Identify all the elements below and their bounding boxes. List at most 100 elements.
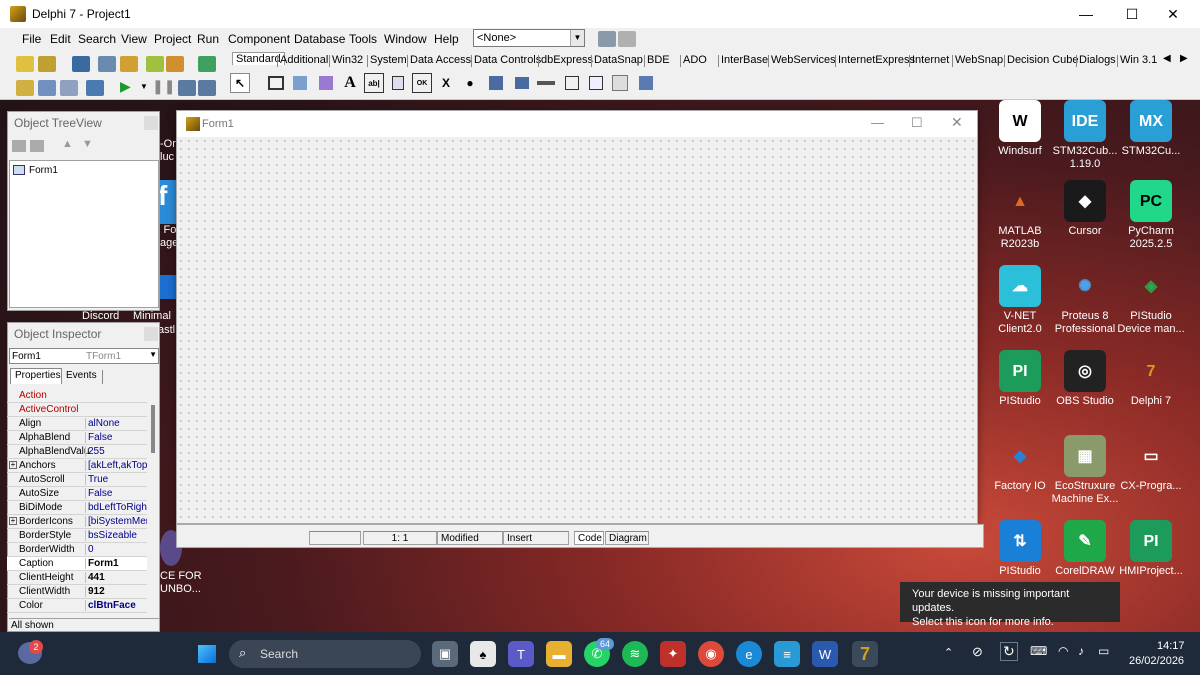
palette-tab-bde[interactable]: BDE	[647, 54, 670, 66]
property-value[interactable]: clBtnFace	[85, 600, 147, 611]
combobox-icon[interactable]	[512, 73, 532, 93]
treeview-list[interactable]: Form1	[9, 160, 159, 308]
desktop-icon-pistudio-device-man[interactable]: ◈ PIStudio Device man...	[1116, 265, 1186, 336]
radiobutton-icon[interactable]: ●	[460, 73, 480, 93]
desktop-app-icon[interactable]	[158, 275, 176, 299]
menu-project[interactable]: Project	[154, 32, 191, 46]
property-value[interactable]: [akLeft,akTop	[85, 460, 147, 471]
menu-search[interactable]: Search	[78, 32, 116, 46]
pointer-icon[interactable]: ↖	[230, 73, 250, 93]
new-icon[interactable]	[16, 56, 34, 72]
add-file-icon[interactable]	[146, 56, 164, 72]
tab-properties[interactable]: Properties	[10, 368, 62, 384]
panel-close-icon[interactable]	[144, 327, 158, 341]
menu-tools[interactable]: Tools	[349, 32, 377, 46]
save-icon[interactable]	[72, 56, 90, 72]
property-row-clientheight[interactable]: ClientHeight 441	[7, 571, 147, 585]
form-designer[interactable]: Form1 — ☐ ✕	[176, 110, 978, 524]
teams-icon[interactable]: T	[508, 641, 534, 667]
property-value[interactable]: 912	[85, 586, 147, 597]
panel-icon[interactable]	[610, 73, 630, 93]
desktop-layout-combo[interactable]: <None> ▼	[473, 29, 585, 47]
property-value[interactable]: True	[85, 474, 147, 485]
palette-tab-win-3-1[interactable]: Win 3.1	[1120, 54, 1157, 66]
palette-tab-datasnap[interactable]: DataSnap	[594, 54, 643, 66]
desktop-icon-cursor[interactable]: ◆ Cursor	[1050, 180, 1120, 238]
palette-tab-decision-cube[interactable]: Decision Cube	[1007, 54, 1079, 66]
property-row-clientwidth[interactable]: ClientWidth 912	[7, 585, 147, 599]
app-icon[interactable]: ✦	[660, 641, 686, 667]
chevron-down-icon[interactable]: ▼	[149, 350, 157, 359]
bluetooth-off-icon[interactable]: ⊘	[972, 644, 983, 660]
actionlist-icon[interactable]	[636, 73, 656, 93]
palette-tab-internet[interactable]: Internet	[912, 54, 949, 66]
property-row-color[interactable]: Color clBtnFace	[7, 599, 147, 613]
volume-icon[interactable]: ♪	[1078, 644, 1084, 658]
menu-view[interactable]: View	[121, 32, 147, 46]
popupmenu-icon[interactable]	[316, 73, 336, 93]
desktop-label-discord[interactable]: Discord	[82, 310, 119, 322]
chevron-down-icon[interactable]: ▼	[140, 82, 148, 91]
file-explorer-icon[interactable]: ▬	[546, 641, 572, 667]
desktop-icon-pistudio[interactable]: ⇅ PIStudio	[985, 520, 1055, 578]
desktop-icon-coreldraw[interactable]: ✎ CorelDRAW	[1050, 520, 1120, 578]
clock-date[interactable]: 26/02/2026	[1129, 655, 1184, 667]
close-button[interactable]: ✕	[951, 114, 963, 131]
property-row-caption[interactable]: Caption Form1	[7, 557, 147, 571]
word-icon[interactable]: W	[812, 641, 838, 667]
mainmenu-icon[interactable]	[290, 73, 310, 93]
desktop-icon-obs-studio[interactable]: ◎ OBS Studio	[1050, 350, 1120, 408]
arrow-down-icon[interactable]: ▼	[82, 138, 93, 150]
edit-icon[interactable]: ab|	[364, 73, 384, 93]
palette-tab-system[interactable]: System	[370, 54, 407, 66]
tree-node-form1[interactable]: Form1	[29, 165, 58, 176]
desktop-icon-delphi-7[interactable]: 7 Delphi 7	[1116, 350, 1186, 408]
delete-item-icon[interactable]	[30, 140, 44, 152]
palette-tab-win32[interactable]: Win32	[332, 54, 363, 66]
property-row-autoscroll[interactable]: AutoScroll True	[7, 473, 147, 487]
toggle-form-unit-icon[interactable]	[60, 80, 78, 96]
property-row-borderwidth[interactable]: BorderWidth 0	[7, 543, 147, 557]
desktop-app-icon[interactable]: f	[158, 180, 176, 224]
maximize-button[interactable]: ☐	[911, 115, 923, 131]
close-button[interactable]: ✕	[1150, 0, 1196, 28]
remove-file-icon[interactable]	[166, 56, 184, 72]
desktop-set-icon[interactable]	[618, 31, 636, 47]
menu-component[interactable]: Component	[228, 32, 290, 46]
new-item-icon[interactable]	[12, 140, 26, 152]
desktop-save-icon[interactable]	[598, 31, 616, 47]
start-icon[interactable]	[194, 641, 220, 667]
desktop-icon-matlab-r2023b[interactable]: ▲ MATLAB R2023b	[985, 180, 1055, 251]
object-selector[interactable]: Form1 TForm1 ▼	[9, 348, 159, 364]
ide-titlebar[interactable]: Delphi 7 - Project1 — ☐ ✕	[0, 0, 1200, 28]
expand-icon[interactable]: +	[9, 517, 17, 525]
repository-icon[interactable]	[198, 56, 216, 72]
label-icon[interactable]: A	[340, 73, 360, 93]
panel-close-icon[interactable]	[144, 116, 158, 130]
palette-tab-data-controls[interactable]: Data Controls	[474, 54, 541, 66]
scrollbar-icon[interactable]	[536, 73, 556, 93]
desktop-label-minimal[interactable]: Minimal	[133, 310, 171, 322]
delphi-taskbar-icon[interactable]: 7	[852, 641, 878, 667]
desktop-icon-pistudio[interactable]: PI PIStudio	[985, 350, 1055, 408]
desktop-icon-windsurf[interactable]: W Windsurf	[985, 100, 1055, 158]
menu-run[interactable]: Run	[197, 32, 219, 46]
property-row-borderstyle[interactable]: BorderStyle bsSizeable	[7, 529, 147, 543]
desktop-icon-v-net-client2-0[interactable]: ☁ V-NET Client2.0	[985, 265, 1055, 336]
spotify-icon[interactable]: ≋	[622, 641, 648, 667]
property-row-action[interactable]: Action	[7, 389, 147, 403]
chevron-up-icon[interactable]: ⌃	[944, 646, 953, 659]
property-row-alphablendvalu[interactable]: AlphaBlendValu 255	[7, 445, 147, 459]
menu-window[interactable]: Window	[384, 32, 427, 46]
tab-diagram[interactable]: Diagram	[605, 531, 649, 545]
property-row-anchors[interactable]: + Anchors [akLeft,akTop	[7, 459, 147, 473]
menu-file[interactable]: File	[22, 32, 41, 46]
checkbox-icon[interactable]: X	[436, 73, 456, 93]
palette-tab-data-access[interactable]: Data Access	[410, 54, 471, 66]
open-icon[interactable]	[38, 56, 56, 72]
desktop-icon-stm32cu[interactable]: MX STM32Cu...	[1116, 100, 1186, 158]
clock-time[interactable]: 14:17	[1157, 640, 1185, 652]
property-row-bordericons[interactable]: + BorderIcons [biSystemMen	[7, 515, 147, 529]
save-all-icon[interactable]	[98, 56, 116, 72]
chevron-down-icon[interactable]: ▼	[570, 30, 584, 46]
